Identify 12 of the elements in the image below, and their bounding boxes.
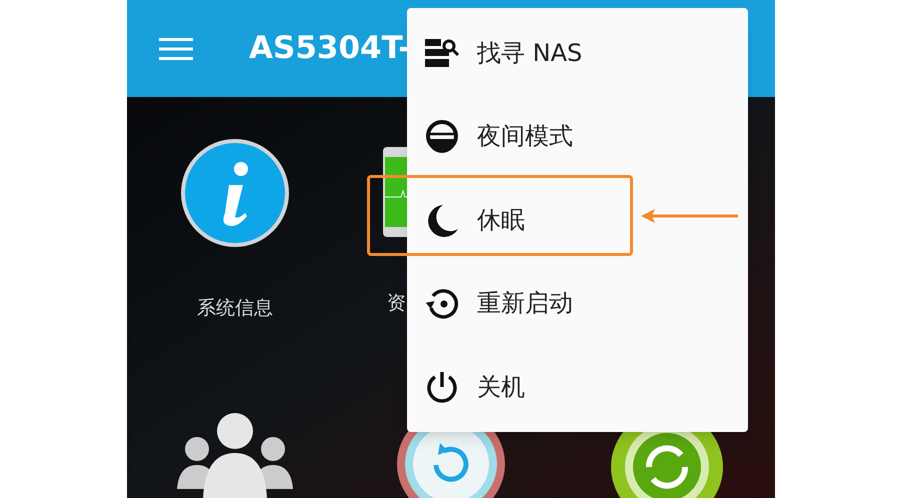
power-icon — [425, 370, 459, 404]
tile-label: 系统信息 — [197, 296, 273, 321]
menu-item[interactable]: 夜间模式 — [407, 94, 748, 178]
menu-item[interactable]: 重新启动 — [407, 262, 748, 345]
tile-label: 资 — [387, 291, 406, 316]
moon-icon — [425, 202, 459, 237]
server-search-icon — [425, 38, 459, 67]
info-icon — [179, 137, 291, 249]
menu-icon[interactable] — [159, 38, 193, 60]
half-circle-icon — [425, 119, 459, 154]
menu-item[interactable]: 关机 — [407, 345, 748, 428]
restart-icon — [425, 286, 459, 320]
